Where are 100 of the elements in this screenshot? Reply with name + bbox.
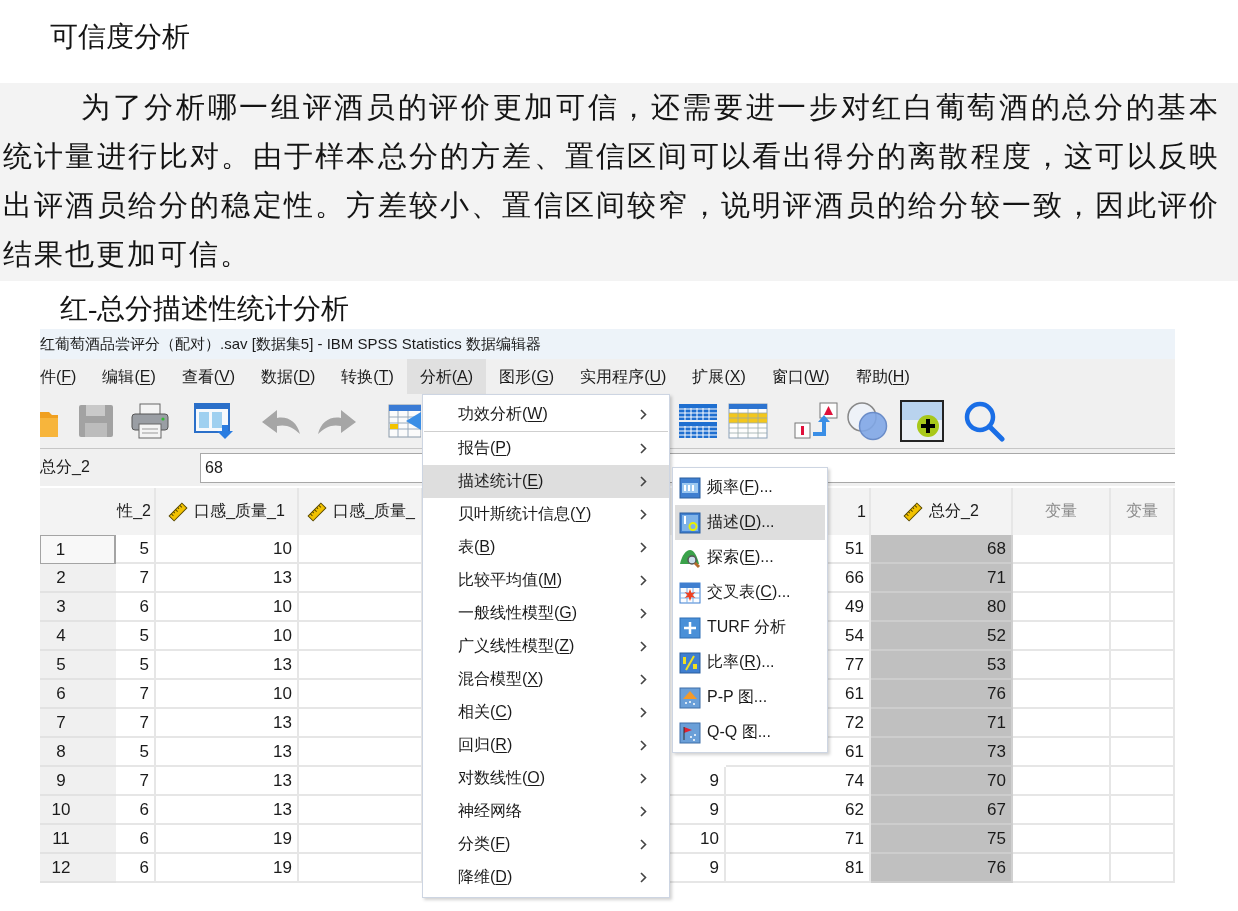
- column-header[interactable]: 口感_质量_: [307, 501, 415, 522]
- row-header[interactable]: 3: [40, 593, 116, 622]
- menu-bar-item[interactable]: 编辑(E): [89, 359, 169, 394]
- chevron-icon: [640, 773, 647, 784]
- menu-item[interactable]: 回归(R): [423, 729, 669, 762]
- submenu-item[interactable]: 交叉表(C)...: [675, 575, 825, 610]
- bars-tile-icon: [679, 476, 701, 499]
- table-cell-text: 9: [709, 857, 719, 879]
- menu-item[interactable]: 表(B): [423, 531, 669, 564]
- submenu-item[interactable]: 频率(F)...: [675, 470, 825, 505]
- menu-bar-item[interactable]: 转换(T): [328, 359, 407, 394]
- table-cell-text: 6: [139, 799, 149, 821]
- table-cell-text: 19: [273, 857, 292, 879]
- table-cell-text: 61: [845, 683, 864, 705]
- row-header[interactable]: 6: [40, 680, 116, 709]
- row-header[interactable]: 11: [40, 825, 116, 854]
- table-cell-text: 6: [139, 828, 149, 850]
- table-cell: 76: [871, 854, 1013, 883]
- menu-item[interactable]: 对数线性(O): [423, 762, 669, 795]
- column-header[interactable]: 口感_质量_1: [168, 501, 285, 522]
- table-cell-text: 61: [845, 741, 864, 763]
- table-cell-text: 7: [139, 770, 149, 792]
- menu-item[interactable]: 广义线性模型(Z): [423, 630, 669, 663]
- submenu-item[interactable]: 比率(R)...: [675, 645, 825, 680]
- tile-ring-icon: [679, 511, 701, 534]
- row-header[interactable]: 5: [40, 651, 116, 680]
- menu-item[interactable]: 降维(D): [423, 861, 669, 894]
- menu-item[interactable]: 描述统计(E): [423, 465, 669, 498]
- table-cell-text: 13: [273, 712, 292, 734]
- table-arrow-icon[interactable]: [388, 403, 421, 439]
- table-cell-text: 62: [845, 799, 864, 821]
- menu-item[interactable]: 混合模型(X): [423, 663, 669, 696]
- row-header[interactable]: 4: [40, 622, 116, 651]
- menu-item[interactable]: 贝叶斯统计信息(Y): [423, 498, 669, 531]
- chevron-icon: [640, 806, 647, 817]
- row-header[interactable]: 10: [40, 796, 116, 825]
- chevron-icon: [640, 839, 647, 850]
- section-heading: 可信度分析: [50, 20, 190, 54]
- boxes-arrow-icon[interactable]: [794, 402, 838, 440]
- table-cell-text: 5: [139, 625, 149, 647]
- overlapping-circles-icon[interactable]: [846, 401, 890, 441]
- menu-item[interactable]: 功效分析(W): [423, 398, 669, 431]
- subsection-heading: 红-总分描述性统计分析: [60, 292, 350, 326]
- table-grid-icon[interactable]: [678, 403, 718, 439]
- table-cell-text: 10: [700, 828, 719, 850]
- row-header[interactable]: 8: [40, 738, 116, 767]
- menu-bar-item[interactable]: 实用程序(U): [567, 359, 680, 394]
- submenu-item[interactable]: P-P 图...: [675, 680, 825, 715]
- chevron-icon: [640, 542, 647, 553]
- menu-bar-item[interactable]: 分析(A): [406, 359, 487, 394]
- window-title: 红葡萄酒品尝评分（配对）.sav [数据集5] - IBM SPSS Statistics 数据编辑器: [40, 335, 541, 352]
- menu-bar-item[interactable]: 扩展(X): [679, 359, 759, 394]
- window-arrow-icon[interactable]: [194, 403, 234, 439]
- table-rows-icon[interactable]: [728, 403, 768, 439]
- chevron-icon: [640, 740, 647, 751]
- table-cell-text: 10: [273, 596, 292, 618]
- table-cell-text: 10: [273, 538, 292, 560]
- table-cell-text: 49: [845, 596, 864, 618]
- table-cell-text: 77: [845, 654, 864, 676]
- menu-bar-item[interactable]: 帮助(H): [842, 359, 923, 394]
- table-cell-text: 6: [139, 857, 149, 879]
- row-header[interactable]: 1: [40, 535, 116, 564]
- row-header[interactable]: 9: [40, 767, 116, 796]
- menu-bar-item[interactable]: 数据(D): [248, 359, 329, 394]
- table-cell-text: 81: [845, 857, 864, 879]
- table-cell: 68: [871, 535, 1013, 564]
- row-header[interactable]: 12: [40, 854, 116, 883]
- menu-bar-item[interactable]: 窗口(W): [758, 359, 843, 394]
- menu-item[interactable]: 比较平均值(M): [423, 564, 669, 597]
- table-cell: 80: [871, 593, 1013, 622]
- table-cell-text: 13: [273, 799, 292, 821]
- table-cell: 70: [871, 767, 1013, 796]
- menu-bar-item[interactable]: 图形(G): [486, 359, 568, 394]
- table-cell-text: 51: [845, 538, 864, 560]
- menu-bar-item[interactable]: 查看(V): [168, 359, 249, 394]
- column-header[interactable]: 性_2: [117, 501, 151, 522]
- image-plus-icon[interactable]: [900, 400, 944, 442]
- menu-bar-item[interactable]: 件(F): [40, 359, 90, 394]
- table-cell-text: 13: [273, 567, 292, 589]
- submenu-item[interactable]: Q-Q 图...: [675, 715, 825, 750]
- chevron-icon: [640, 641, 647, 652]
- menu-item[interactable]: 神经网络: [423, 795, 669, 828]
- submenu-item[interactable]: 描述(D)...: [675, 505, 825, 540]
- table-cell: 71: [871, 709, 1013, 738]
- submenu-item[interactable]: TURF 分析: [675, 610, 825, 645]
- column-header[interactable]: 1: [857, 502, 866, 521]
- search-icon[interactable]: [963, 400, 1005, 442]
- column-header[interactable]: 总分_2: [903, 501, 979, 522]
- menu-item[interactable]: 分类(F): [423, 828, 669, 861]
- table-cell-text: 6: [139, 596, 149, 618]
- table-cell-text: 66: [845, 567, 864, 589]
- row-header[interactable]: 7: [40, 709, 116, 738]
- menu-item[interactable]: 相关(C): [423, 696, 669, 729]
- menu-item[interactable]: 报告(P): [423, 432, 669, 465]
- table-cell: 73: [871, 738, 1013, 767]
- menu-item[interactable]: 一般线性模型(G): [423, 597, 669, 630]
- table-cell: 67: [871, 796, 1013, 825]
- printer-icon[interactable]: [130, 403, 170, 439]
- submenu-item[interactable]: 探索(E)...: [675, 540, 825, 575]
- row-header[interactable]: 2: [40, 564, 116, 593]
